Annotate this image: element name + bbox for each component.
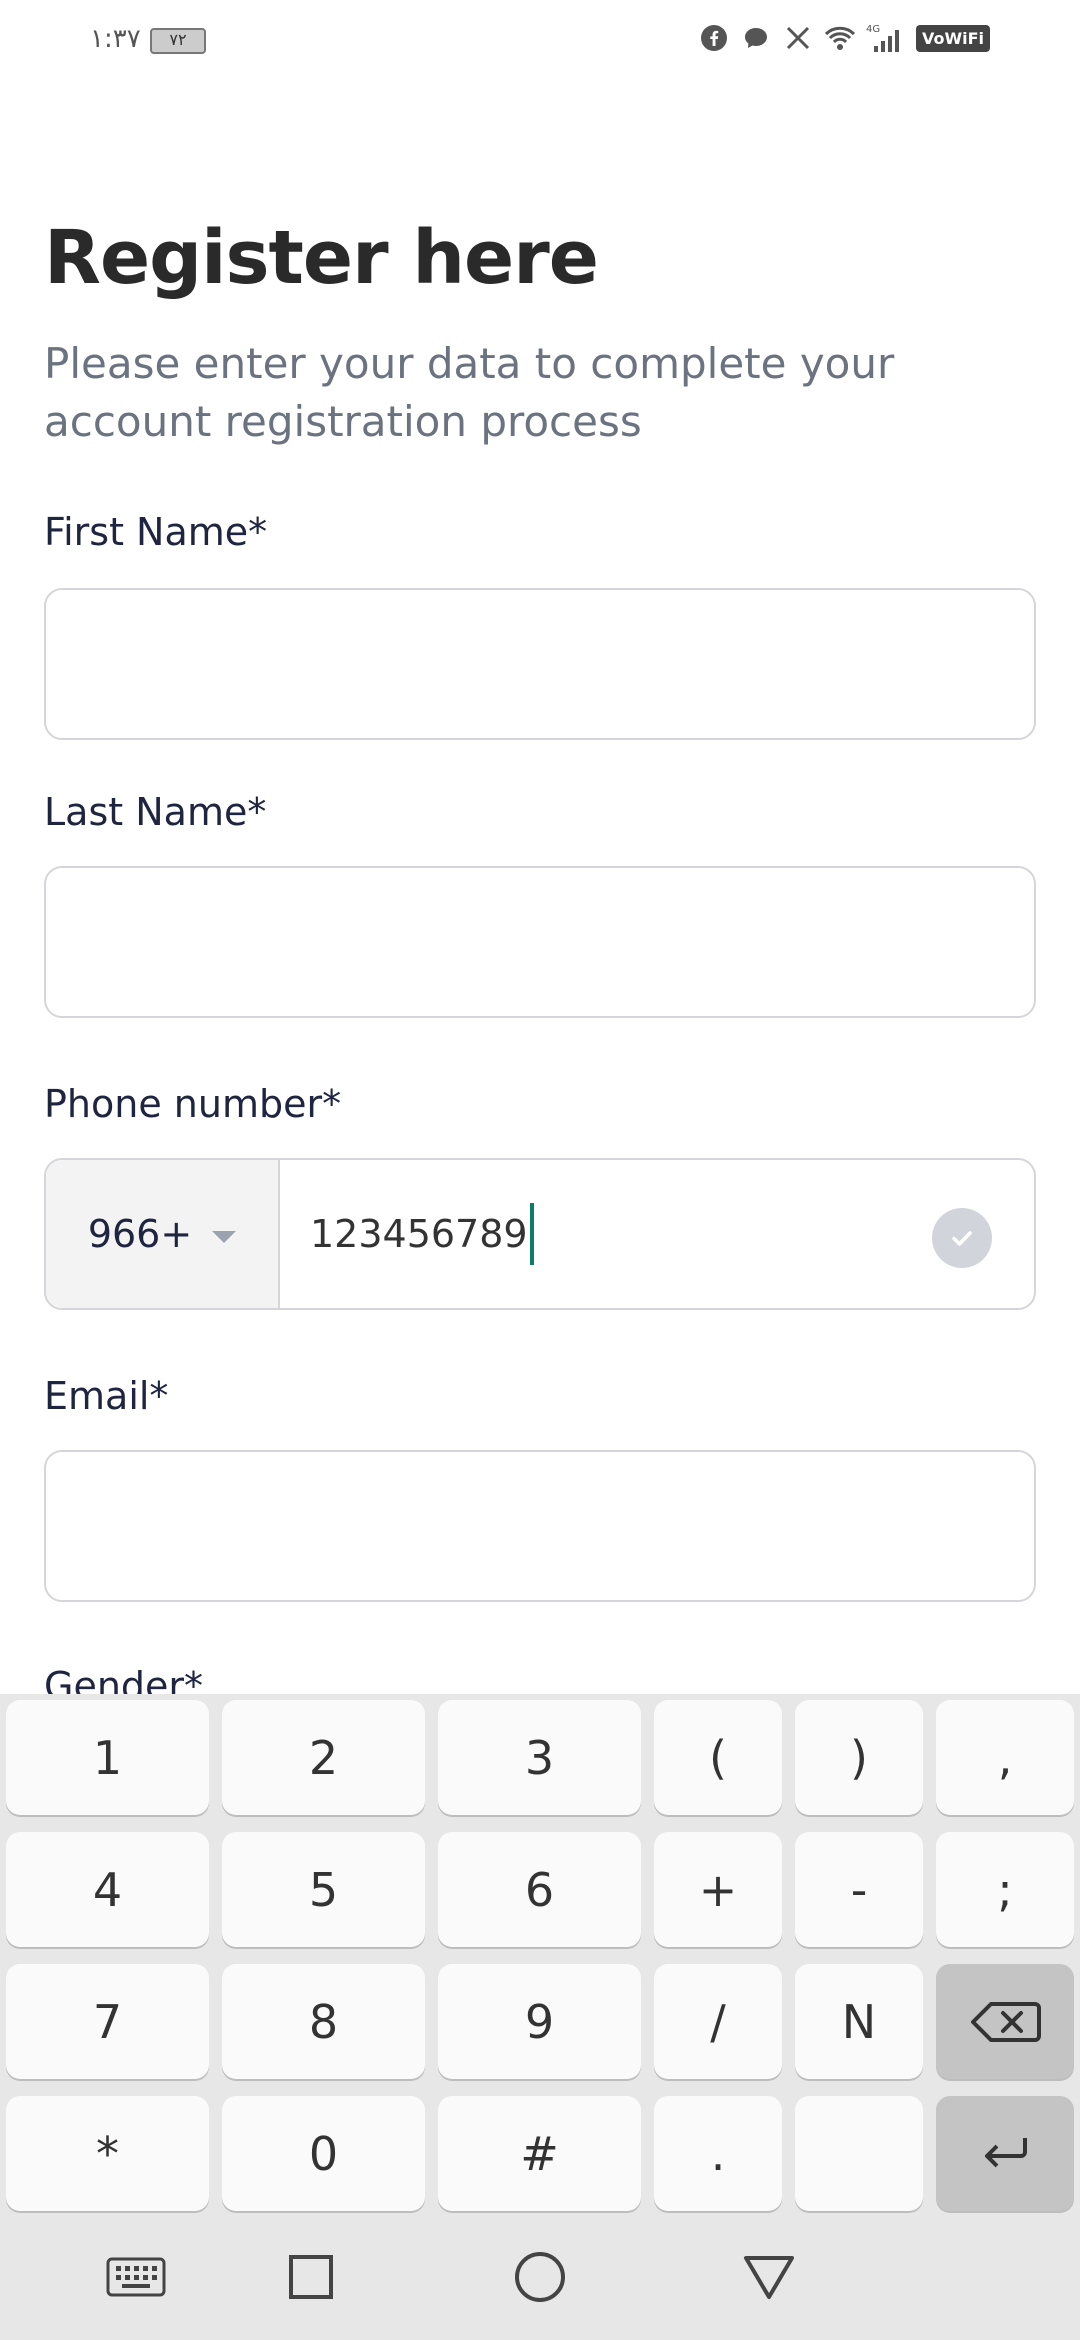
chat-bubble-icon [740,22,772,54]
email-label: Email* [44,1374,169,1418]
enter-icon [985,2137,1027,2167]
text-caret [529,1203,534,1265]
signal-4g-icon: 4G [866,22,906,54]
backspace-key[interactable] [936,1964,1074,2079]
key-4[interactable]: 4 [6,1832,209,1947]
key-space[interactable] [795,2096,923,2211]
key-5[interactable]: 5 [222,1832,425,1947]
first-name-input[interactable] [44,588,1036,740]
numeric-keyboard: 1 2 3 ( ) , 4 5 6 + - ; 7 8 9 / N * 0 # … [0,1694,1080,2214]
key-open-paren[interactable]: ( [654,1700,782,1815]
wifi-icon [824,22,856,54]
key-hash[interactable]: # [438,2096,641,2211]
x-icon [782,22,814,54]
phone-label: Phone number* [44,1082,342,1126]
key-0[interactable]: 0 [222,2096,425,2211]
key-asterisk[interactable]: * [6,2096,209,2211]
status-time: ١:٣٧ [90,24,141,54]
check-icon [932,1208,992,1268]
keyboard-icon[interactable] [101,2242,171,2312]
status-bar: ١:٣٧ ٧٢ 4G VoWiFi [0,0,1080,84]
key-3[interactable]: 3 [438,1700,641,1815]
page-subtitle: Please enter your data to complete your … [44,339,895,446]
key-9[interactable]: 9 [438,1964,641,2079]
last-name-label: Last Name* [44,790,267,834]
key-n[interactable]: N [795,1964,923,2079]
page-title: Register here [44,215,599,301]
chevron-down-icon [212,1231,237,1243]
country-code-value: 966+ [87,1212,193,1256]
back-icon[interactable] [734,2242,804,2312]
key-close-paren[interactable]: ) [795,1700,923,1815]
key-minus[interactable]: - [795,1832,923,1947]
navigation-bar [0,2214,1080,2340]
key-semicolon[interactable]: ; [936,1832,1074,1947]
phone-field: 966+ 123456789 [44,1158,1036,1310]
key-period[interactable]: . [654,2096,782,2211]
country-code-dropdown[interactable]: 966+ [46,1160,280,1308]
phone-input[interactable]: 123456789 [280,1160,1034,1308]
key-8[interactable]: 8 [222,1964,425,2079]
key-comma[interactable]: , [936,1700,1074,1815]
phone-input-value: 123456789 [310,1212,528,1256]
vowifi-badge: VoWiFi [915,24,990,52]
first-name-label: First Name* [44,510,268,554]
key-1[interactable]: 1 [6,1700,209,1815]
key-plus[interactable]: + [654,1832,782,1947]
email-input[interactable] [44,1450,1036,1602]
battery-icon: ٧٢ [150,28,206,54]
key-slash[interactable]: / [654,1964,782,2079]
key-2[interactable]: 2 [222,1700,425,1815]
backspace-icon [971,2001,1041,2042]
svg-text:4G: 4G [866,24,880,35]
key-7[interactable]: 7 [6,1964,209,2079]
enter-key[interactable] [936,2096,1074,2211]
facebook-icon [698,22,730,54]
key-6[interactable]: 6 [438,1832,641,1947]
last-name-input[interactable] [44,866,1036,1018]
recents-icon[interactable] [276,2242,346,2312]
home-icon[interactable] [505,2242,575,2312]
